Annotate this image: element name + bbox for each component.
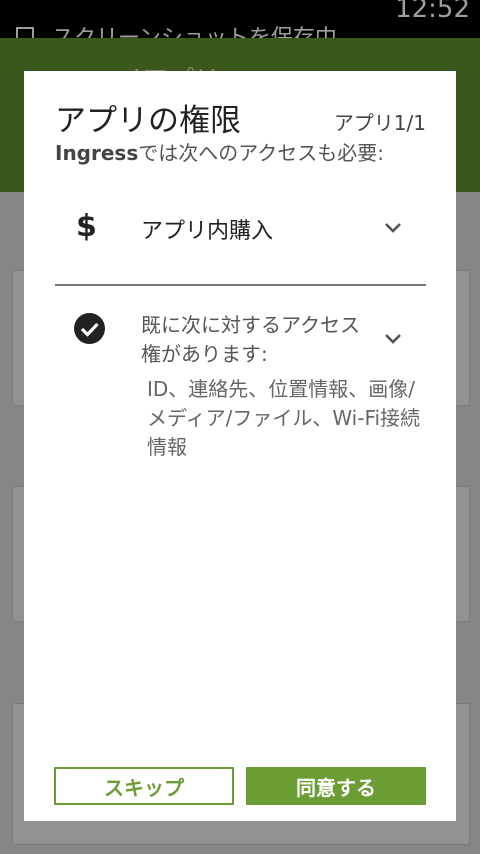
subtitle-text: では次へのアクセスも必要:: [138, 141, 384, 165]
app-name: Ingress: [55, 141, 139, 165]
app-counter: アプリ1/1: [333, 111, 426, 135]
check-circle-icon: [74, 313, 105, 344]
dialog-title: アプリの権限: [55, 103, 241, 139]
dollar-icon: $: [76, 209, 97, 244]
chevron-down-icon[interactable]: [382, 216, 404, 238]
skip-button[interactable]: スキップ: [54, 767, 234, 805]
permission-label: 既に次に対するアクセス権があります:: [141, 313, 360, 366]
permission-already-granted[interactable]: 既に次に対するアクセス権があります: ID、連絡先、位置情報、画像/メディア/フ…: [55, 307, 426, 477]
chevron-down-icon[interactable]: [382, 327, 404, 349]
permission-label: アプリ内購入: [141, 219, 274, 244]
agree-button[interactable]: 同意する: [246, 767, 426, 805]
permission-detail: ID、連絡先、位置情報、画像/メディア/ファイル、Wi-Fi接続情報: [147, 377, 421, 459]
permissions-dialog: アプリの権限 アプリ1/1 Ingressでは次へのアクセスも必要: $ アプリ…: [24, 71, 456, 821]
permission-in-app-purchase[interactable]: $ アプリ内購入: [55, 189, 426, 286]
dialog-subtitle: Ingressでは次へのアクセスも必要:: [55, 137, 384, 166]
